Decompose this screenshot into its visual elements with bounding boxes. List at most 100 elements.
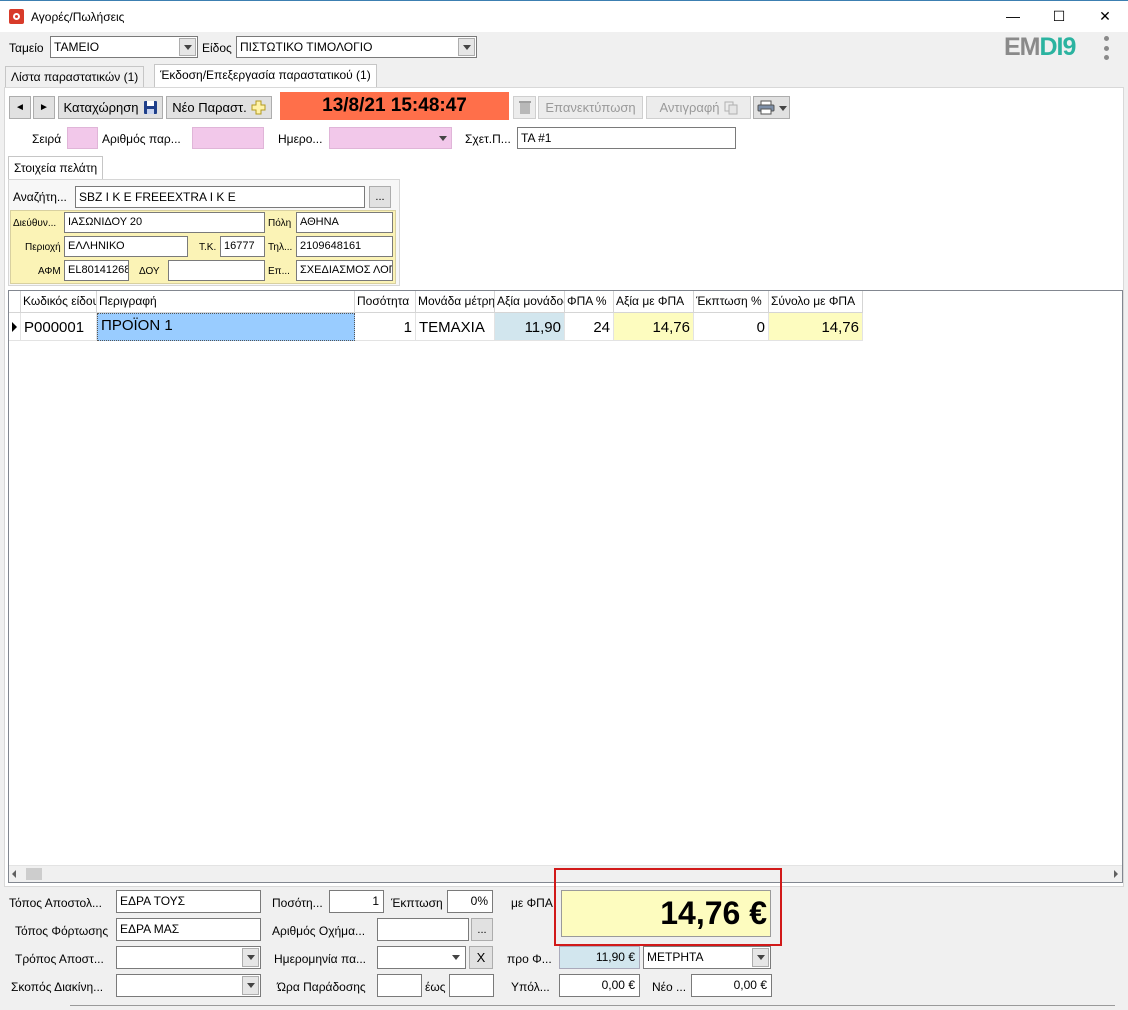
tropos-select[interactable] xyxy=(116,946,261,969)
window-title: Αγορές/Πωλήσεις xyxy=(31,10,125,24)
ekptosi-field[interactable]: 0% xyxy=(447,890,493,913)
bottom-divider xyxy=(70,1005,1115,1006)
plus-icon xyxy=(251,100,266,115)
search-label: Αναζήτη... xyxy=(13,190,67,204)
more-vertical-icon[interactable] xyxy=(1101,36,1111,60)
tropos-label: Τρόπος Αποστ... xyxy=(15,952,104,966)
minimize-button[interactable]: — xyxy=(990,1,1036,31)
ypol-field[interactable]: 0,00 € xyxy=(559,974,640,997)
pro-fpa-value: 11,90 € xyxy=(595,950,635,964)
chevron-down-icon[interactable] xyxy=(179,38,196,56)
print-button[interactable] xyxy=(753,96,790,119)
phone-value: 2109648161 xyxy=(300,240,362,252)
col-header-vat[interactable]: ΦΠΑ % xyxy=(565,291,614,313)
city-field[interactable]: ΑΘΗΝΑ xyxy=(296,212,393,233)
customer-section-title: Στοιχεία πελάτη xyxy=(14,161,98,175)
dropdown-arrow-icon[interactable] xyxy=(779,106,787,111)
eidos-select[interactable]: ΠΙΣΤΩΤΙΚΟ ΤΙΜΟΛΟΓΙΟ xyxy=(236,36,477,58)
topos-apostolis-field[interactable]: ΕΔΡΑ ΤΟΥΣ xyxy=(116,890,261,913)
me-fpa-label: με ΦΠΑ xyxy=(511,896,553,910)
cell-value-vat[interactable]: 14,76 xyxy=(614,313,694,341)
chevron-down-icon[interactable] xyxy=(242,948,259,967)
topos-fortosis-field[interactable]: ΕΔΡΑ ΜΑΣ xyxy=(116,918,261,941)
tk-field[interactable]: 16777 xyxy=(220,236,265,257)
browse-customer-button[interactable]: ... xyxy=(369,186,391,208)
tab-document-edit[interactable]: Έκδοση/Επεξεργασία παραστατικού (1) xyxy=(154,64,377,88)
oxima-browse-button[interactable]: ... xyxy=(471,918,493,941)
oxima-field[interactable] xyxy=(377,918,469,941)
posotita-label: Ποσότη... xyxy=(272,896,323,910)
col-header-total[interactable]: Σύνολο με ΦΠΑ xyxy=(769,291,863,313)
grid-row-header-corner xyxy=(9,291,21,313)
close-button[interactable]: ✕ xyxy=(1082,1,1128,31)
customer-section-tab[interactable]: Στοιχεία πελάτη xyxy=(8,156,104,180)
cell-unit[interactable]: ΤΕΜΑΧΙΑ xyxy=(416,313,495,341)
address-field[interactable]: ΙΑΣΩΝΙΔΟΥ 20 xyxy=(64,212,265,233)
prev-button[interactable]: ◄ xyxy=(9,96,31,119)
ep-field[interactable]: ΣΧΕΔΙΑΣΜΟΣ ΛΟΓ xyxy=(296,260,393,281)
skopos-select[interactable] xyxy=(116,974,261,997)
cell-quantity[interactable]: 1 xyxy=(355,313,416,341)
area-field[interactable]: ΕΛΛΗΝΙΚΟ xyxy=(64,236,188,257)
next-button[interactable]: ► xyxy=(33,96,55,119)
sxet-value: ΤΑ #1 xyxy=(521,131,552,145)
col-header-description[interactable]: Περιγραφή xyxy=(97,291,355,313)
save-button[interactable]: Καταχώρηση xyxy=(58,96,163,119)
save-label: Καταχώρηση xyxy=(63,100,139,115)
customer-search-input[interactable]: SBZ I K E FREEEXTRA I K E xyxy=(75,186,365,208)
city-label: Πόλη xyxy=(268,218,292,229)
tameio-select[interactable]: ΤΑΜΕΙΟ xyxy=(50,36,198,58)
copy-button[interactable]: Αντιγραφή xyxy=(646,96,751,119)
doy-field[interactable] xyxy=(168,260,265,281)
total-amount-value: 14,76 € xyxy=(660,895,767,931)
neo-field[interactable]: 0,00 € xyxy=(691,974,772,997)
chevron-down-icon[interactable] xyxy=(452,955,460,960)
imerominia-select[interactable] xyxy=(377,946,466,969)
cell-vat[interactable]: 24 xyxy=(565,313,614,341)
col-header-code[interactable]: Κωδικός είδους xyxy=(21,291,97,313)
col-header-quantity[interactable]: Ποσότητα xyxy=(355,291,416,313)
scroll-thumb[interactable] xyxy=(26,868,42,880)
col-header-unit-value[interactable]: Αξία μονάδος xyxy=(495,291,565,313)
brand-logo: EMDI9 xyxy=(1004,33,1076,61)
sxet-label: Σχετ.Π... xyxy=(465,132,511,146)
arithmos-field[interactable] xyxy=(192,127,264,149)
ora-from-field[interactable] xyxy=(377,974,422,997)
reprint-button[interactable]: Επανεκτύπωση xyxy=(538,96,643,119)
chevron-down-icon[interactable] xyxy=(752,948,769,967)
col-header-value-vat[interactable]: Αξία με ΦΠΑ xyxy=(614,291,694,313)
cell-discount[interactable]: 0 xyxy=(694,313,769,341)
phone-field[interactable]: 2109648161 xyxy=(296,236,393,257)
delete-button[interactable] xyxy=(513,96,536,119)
maximize-button[interactable]: ☐ xyxy=(1036,1,1082,31)
topos-fortosis-label: Τόπος Φόρτωσης xyxy=(15,924,109,938)
cell-code[interactable]: P000001 xyxy=(21,313,97,341)
chevron-down-icon[interactable] xyxy=(458,38,475,56)
cell-total[interactable]: 14,76 xyxy=(769,313,863,341)
area-label: Περιοχή xyxy=(25,242,61,253)
scroll-right-icon[interactable] xyxy=(1114,870,1118,878)
clear-date-button[interactable]: X xyxy=(469,946,493,969)
cell-unit-value[interactable]: 11,90 xyxy=(495,313,565,341)
col-header-discount[interactable]: Έκπτωση % xyxy=(694,291,769,313)
tab-document-list[interactable]: Λίστα παραστατικών (1) xyxy=(5,66,145,88)
payment-method-select[interactable]: ΜΕΤΡΗΤΑ xyxy=(643,946,771,969)
posotita-field[interactable]: 1 xyxy=(329,890,384,913)
afm-field[interactable]: EL801412684 xyxy=(64,260,129,281)
oxima-label: Αριθμός Οχήμα... xyxy=(272,924,366,938)
topos-apostolis-value: ΕΔΡΑ ΤΟΥΣ xyxy=(120,894,186,908)
seira-field[interactable] xyxy=(67,127,98,149)
chevron-down-icon[interactable] xyxy=(242,976,259,995)
col-header-unit[interactable]: Μονάδα μέτρησης xyxy=(416,291,495,313)
sxet-field[interactable]: ΤΑ #1 xyxy=(517,127,736,149)
ora-to-field[interactable] xyxy=(449,974,494,997)
imero-field[interactable] xyxy=(329,127,452,149)
chevron-down-icon[interactable] xyxy=(439,136,447,141)
eos-label: έως xyxy=(425,980,446,994)
customer-search-value: SBZ I K E FREEEXTRA I K E xyxy=(79,190,236,204)
scroll-left-icon[interactable] xyxy=(12,870,16,878)
items-grid[interactable]: Κωδικός είδους Περιγραφή Ποσότητα Μονάδα… xyxy=(8,290,1123,883)
cell-description[interactable]: ΠΡΟΪΟΝ 1 xyxy=(97,313,355,341)
new-document-button[interactable]: Νέο Παραστ. xyxy=(166,96,272,119)
copy-icon xyxy=(724,101,738,114)
